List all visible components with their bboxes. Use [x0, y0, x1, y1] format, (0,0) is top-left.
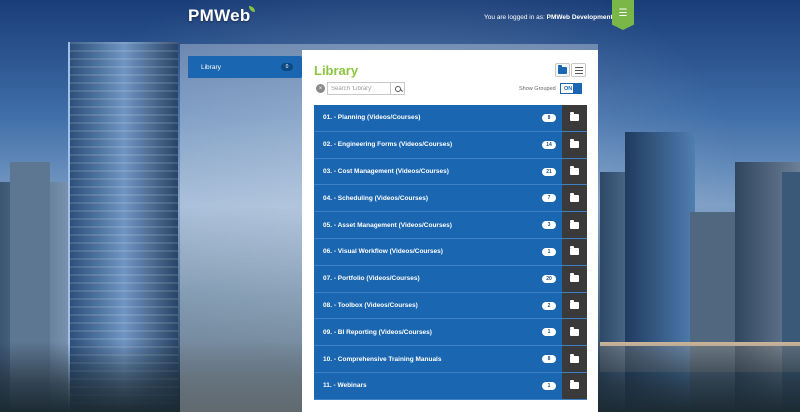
- folder-count: 1: [542, 247, 556, 256]
- folder-row[interactable]: 05. - Asset Management (Videos/Courses) …: [314, 212, 587, 239]
- toggle-label: ON: [564, 85, 573, 92]
- folder-row[interactable]: 10. - Comprehensive Training Manuals 8: [314, 346, 587, 373]
- folder-icon: [570, 246, 579, 256]
- open-folder-button[interactable]: [562, 346, 587, 372]
- folder-count: 2: [542, 301, 556, 310]
- folder-row[interactable]: 08. - Toolbox (Videos/Courses) 2: [314, 292, 587, 320]
- folder-icon: [570, 192, 579, 202]
- open-folder-button[interactable]: [562, 265, 587, 292]
- open-folder-button[interactable]: [562, 158, 587, 185]
- folder-icon: [570, 165, 579, 175]
- open-folder-button[interactable]: [562, 238, 587, 265]
- open-folder-button[interactable]: [562, 131, 587, 158]
- folder-list: 01. - Planning (Videos/Courses) 8 02. - …: [314, 105, 587, 400]
- login-prefix: You are logged in as:: [484, 14, 545, 21]
- search-input[interactable]: [327, 82, 391, 95]
- folder-icon: [570, 112, 579, 122]
- open-folder-button[interactable]: [562, 185, 587, 212]
- open-folder-button[interactable]: [562, 372, 587, 399]
- folder-icon: [570, 299, 579, 309]
- search-icon: [394, 85, 401, 92]
- open-folder-button[interactable]: [562, 292, 587, 319]
- folder-icon: [570, 273, 579, 283]
- sidebar-item-library[interactable]: Library 0: [188, 56, 309, 78]
- folder-count: 3: [542, 221, 556, 230]
- folder-icon: [570, 353, 579, 363]
- close-icon: ×: [318, 85, 323, 92]
- folder-icon: [558, 64, 567, 74]
- folder-view-button[interactable]: [555, 63, 570, 77]
- folder-row[interactable]: 04. - Scheduling (Videos/Courses) 7: [314, 185, 587, 213]
- toggle-knob: [573, 84, 581, 93]
- clear-search-button[interactable]: ×: [316, 84, 325, 93]
- show-grouped-toggle[interactable]: ON: [560, 83, 582, 94]
- folder-row[interactable]: 01. - Planning (Videos/Courses) 8: [314, 105, 587, 132]
- menu-icon: ☰: [618, 7, 628, 19]
- login-user: PMWeb Development: [546, 14, 613, 21]
- folder-row[interactable]: 11. - Webinars 1: [314, 372, 587, 400]
- folder-count: 20: [542, 274, 556, 283]
- folder-row[interactable]: 07. - Portfolio (Videos/Courses) 20: [314, 265, 587, 293]
- folder-icon: [570, 380, 579, 390]
- sidebar-item-count: 0: [281, 63, 293, 71]
- folder-count: 21: [542, 167, 556, 176]
- open-folder-button[interactable]: [562, 212, 587, 238]
- folder-icon: [570, 139, 579, 149]
- show-grouped-label: Show Grouped: [519, 86, 556, 92]
- folder-count: 7: [542, 194, 556, 203]
- page-title: Library: [314, 63, 359, 78]
- open-folder-button[interactable]: [562, 319, 587, 346]
- folder-count: 8: [542, 355, 556, 364]
- folder-icon: [570, 326, 579, 336]
- folder-row[interactable]: 02. - Engineering Forms (Videos/Courses)…: [314, 131, 587, 159]
- search-button[interactable]: [390, 82, 405, 95]
- list-icon: [574, 66, 583, 74]
- folder-count: 14: [542, 140, 556, 149]
- folder-count: 1: [542, 381, 556, 390]
- login-status: You are logged in as: PMWeb Development: [484, 14, 613, 21]
- folder-row[interactable]: 06. - Visual Workflow (Videos/Courses) 1: [314, 238, 587, 266]
- logo-text: PMWeb: [188, 6, 251, 25]
- user-menu-button[interactable]: ☰: [612, 0, 634, 30]
- list-view-button[interactable]: [571, 63, 586, 77]
- folder-row[interactable]: 03. - Cost Management (Videos/Courses) 2…: [314, 158, 587, 186]
- sidebar-item-label: Library: [201, 63, 221, 71]
- folder-row[interactable]: 09. - BI Reporting (Videos/Courses) 1: [314, 319, 587, 347]
- folder-icon: [570, 219, 579, 229]
- folder-count: 8: [542, 114, 556, 122]
- open-folder-button[interactable]: [562, 105, 587, 131]
- pmweb-logo[interactable]: PMWeb: [188, 6, 255, 26]
- folder-count: 1: [542, 328, 556, 337]
